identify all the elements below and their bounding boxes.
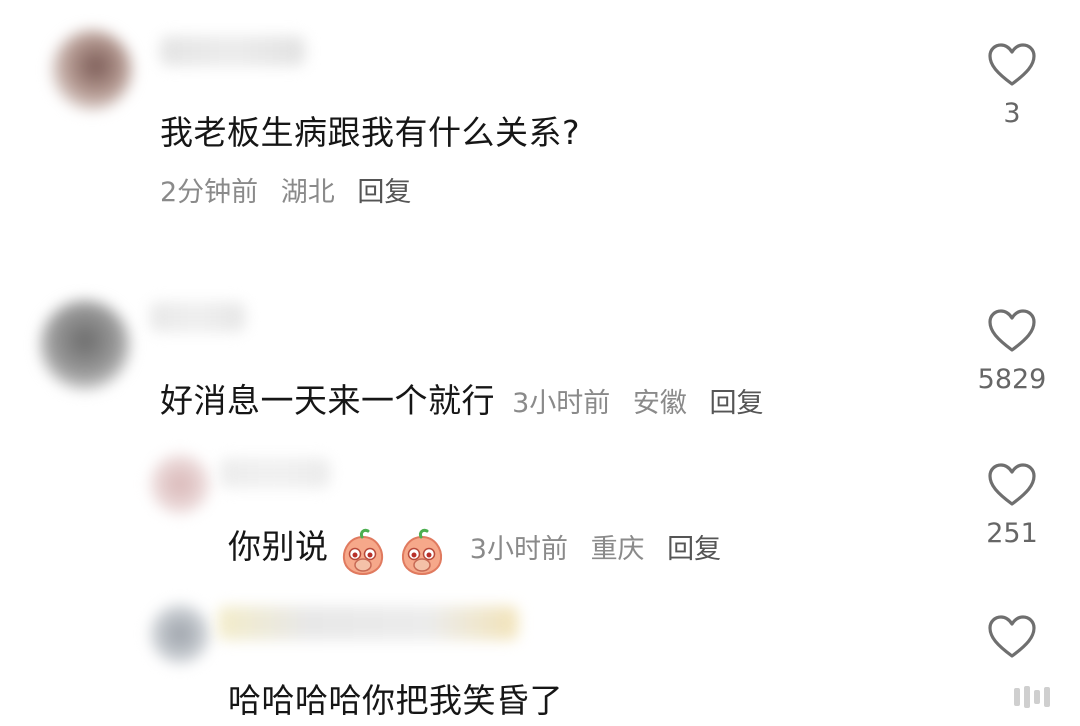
avatar[interactable] [150, 604, 210, 664]
like-button[interactable]: 3 [972, 42, 1052, 129]
watermark-logo [1012, 684, 1056, 714]
comment-line: 好消息一天来一个就行 3小时前 安徽 回复 [160, 374, 777, 422]
username-blurred[interactable] [218, 606, 518, 640]
heart-icon [988, 463, 1036, 506]
like-count: 5829 [977, 364, 1047, 395]
comment-time: 3小时前 [469, 534, 568, 565]
username-blurred[interactable] [150, 302, 245, 332]
comment-time: 3小时前 [512, 388, 611, 419]
like-count: 251 [986, 518, 1038, 549]
heart-icon [988, 615, 1036, 658]
heart-icon [988, 43, 1036, 86]
reply-button[interactable]: 回复 [667, 534, 721, 565]
username-blurred[interactable] [220, 458, 330, 488]
comment-item: 我老板生病跟我有什么关系? 2分钟前 湖北 回复 3 [0, 0, 1080, 230]
comment-text: 我老板生病跟我有什么关系? [160, 113, 581, 152]
comment-location: 湖北 [280, 177, 335, 208]
heart-icon [988, 309, 1036, 352]
avatar[interactable] [52, 30, 132, 110]
comment-meta: 2分钟前 湖北 回复 [160, 170, 425, 209]
reply-button[interactable]: 回复 [709, 388, 763, 419]
comment-location: 重庆 [590, 534, 645, 565]
like-count: 3 [1003, 98, 1021, 129]
comment-time: 2分钟前 [160, 177, 259, 208]
comment-meta: 3小时前 重庆 回复 [470, 534, 735, 565]
reply-item: 哈哈哈哈你把我笑昏了 [0, 590, 1080, 726]
reply-item: 你别说 3小时前 重庆 回复 251 [0, 440, 1080, 590]
like-button[interactable]: 5829 [972, 308, 1052, 395]
comment-line: 你别说 3小时前 重庆 回复 [228, 520, 735, 581]
comment-text: 好消息一天来一个就行 [160, 381, 495, 420]
avatar[interactable] [40, 300, 130, 390]
like-button[interactable]: 251 [972, 462, 1052, 549]
peach-cover-mouth-emoji [338, 527, 388, 581]
comment-location: 安徽 [632, 388, 687, 419]
avatar[interactable] [150, 454, 210, 514]
like-button[interactable] [972, 614, 1052, 660]
peach-cover-mouth-emoji [397, 527, 447, 581]
username-blurred[interactable] [160, 36, 305, 66]
comment-item: 好消息一天来一个就行 3小时前 安徽 回复 5829 [0, 270, 1080, 440]
reply-button[interactable]: 回复 [357, 177, 411, 208]
comment-meta: 3小时前 安徽 回复 [512, 388, 777, 419]
comment-text: 你别说 [228, 527, 329, 566]
comment-text: 哈哈哈哈你把我笑昏了 [228, 681, 563, 720]
